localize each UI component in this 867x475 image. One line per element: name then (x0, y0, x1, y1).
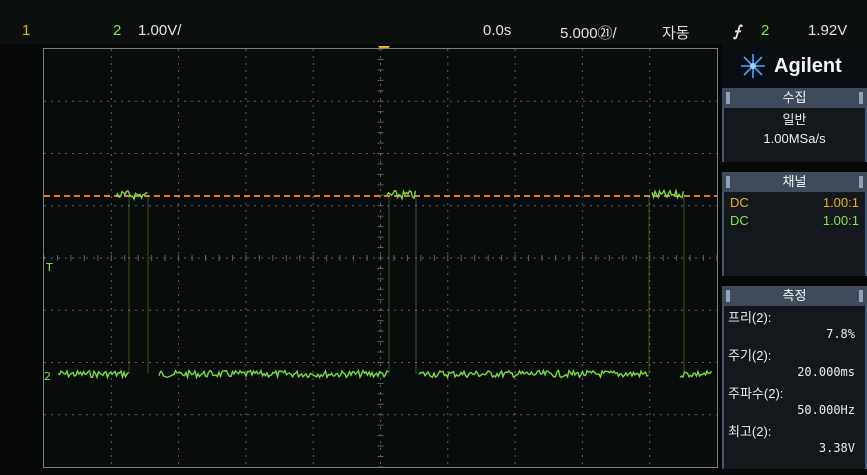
channel-2-trace-segment (418, 368, 649, 380)
top-status-bar: 1 2 1.00V/ 0.0s 5.000㉑/ 자동 ⨍ 2 1.92V (0, 0, 867, 44)
agilent-spark-icon (741, 54, 765, 78)
brand-name: Agilent (774, 54, 842, 77)
sample-rate: 1.00MSa/s (763, 131, 826, 146)
channel-2-trace-segment (386, 189, 417, 201)
channel-2-trace-segment (115, 190, 148, 202)
measure-label: 프리(2): (728, 310, 772, 325)
channel-2-row: DC 1.00:1 (724, 212, 865, 230)
channel-1-indicator[interactable]: 1 (22, 22, 30, 39)
trigger-channel: 2 (761, 22, 770, 39)
waveform-display[interactable] (43, 48, 718, 468)
measure-value: 3.38V (818, 441, 855, 455)
channel-1-coupling: DC (730, 195, 749, 210)
channel-2-probe: 1.00:1 (822, 213, 859, 228)
channel-1-row: DC 1.00:1 (724, 194, 865, 212)
trigger-mode: 자동 (662, 25, 690, 42)
measure-value: 50.000Hz (797, 403, 855, 417)
header-right-marker (859, 176, 863, 188)
trigger-level: 1.92V (808, 22, 848, 39)
acquisition-mode: 일반 (782, 112, 807, 127)
time-per-division: 5.000㉑/ (560, 25, 617, 42)
measure-item: 주파수(2): 50.000Hz (724, 385, 865, 419)
acquisition-header[interactable]: 수집 (722, 88, 867, 108)
measure-label: 최고(2): (728, 424, 772, 439)
measure-item: 프리(2): 7.8% (724, 309, 865, 343)
measure-panel: 프리(2): 7.8% 주기(2): 20.000ms 주파수(2): 50.0… (722, 306, 867, 469)
acquisition-header-label: 수집 (782, 90, 807, 105)
measure-value: 7.8% (826, 327, 855, 341)
brand-logo: Agilent (722, 44, 867, 88)
channel-header-label: 채널 (782, 174, 807, 189)
measure-label: 주기(2): (728, 348, 772, 363)
channel-2-trace-segment (57, 369, 130, 380)
channel-1-probe: 1.00:1 (822, 195, 859, 210)
channel-2-coupling: DC (730, 213, 749, 228)
measure-header-label: 측정 (782, 288, 807, 303)
vertical-scale: 1.00V/ (138, 22, 182, 39)
measure-item: 주기(2): 20.000ms (724, 347, 865, 381)
measure-label: 주파수(2): (728, 386, 784, 401)
header-right-marker (859, 92, 863, 104)
acquisition-panel: 일반 1.00MSa/s (722, 108, 867, 162)
channel-2-trace-segment (679, 369, 713, 379)
measure-item: 최고(2): 3.38V (724, 423, 865, 457)
header-right-marker (859, 290, 863, 302)
measure-header[interactable]: 측정 (722, 286, 867, 306)
channel-header[interactable]: 채널 (722, 172, 867, 192)
header-left-marker (726, 92, 730, 104)
measure-value: 20.000ms (797, 365, 855, 379)
horizontal-delay: 0.0s (483, 22, 512, 39)
channel-2-ground-marker: 2 (44, 370, 51, 383)
channel-panel: DC 1.00:1 DC 1.00:1 (722, 192, 867, 276)
graticule (44, 49, 717, 467)
channel-1-ground-marker: T (46, 261, 53, 274)
header-left-marker (726, 176, 730, 188)
header-left-marker (726, 290, 730, 302)
trigger-edge-icon: ⨍ (733, 23, 741, 40)
channel-2-indicator[interactable]: 2 (113, 22, 121, 39)
channel-2-trace-segment (158, 368, 389, 380)
side-panel: Agilent 수집 일반 1.00MSa/s 채널 DC 1.00:1 DC … (722, 44, 867, 475)
